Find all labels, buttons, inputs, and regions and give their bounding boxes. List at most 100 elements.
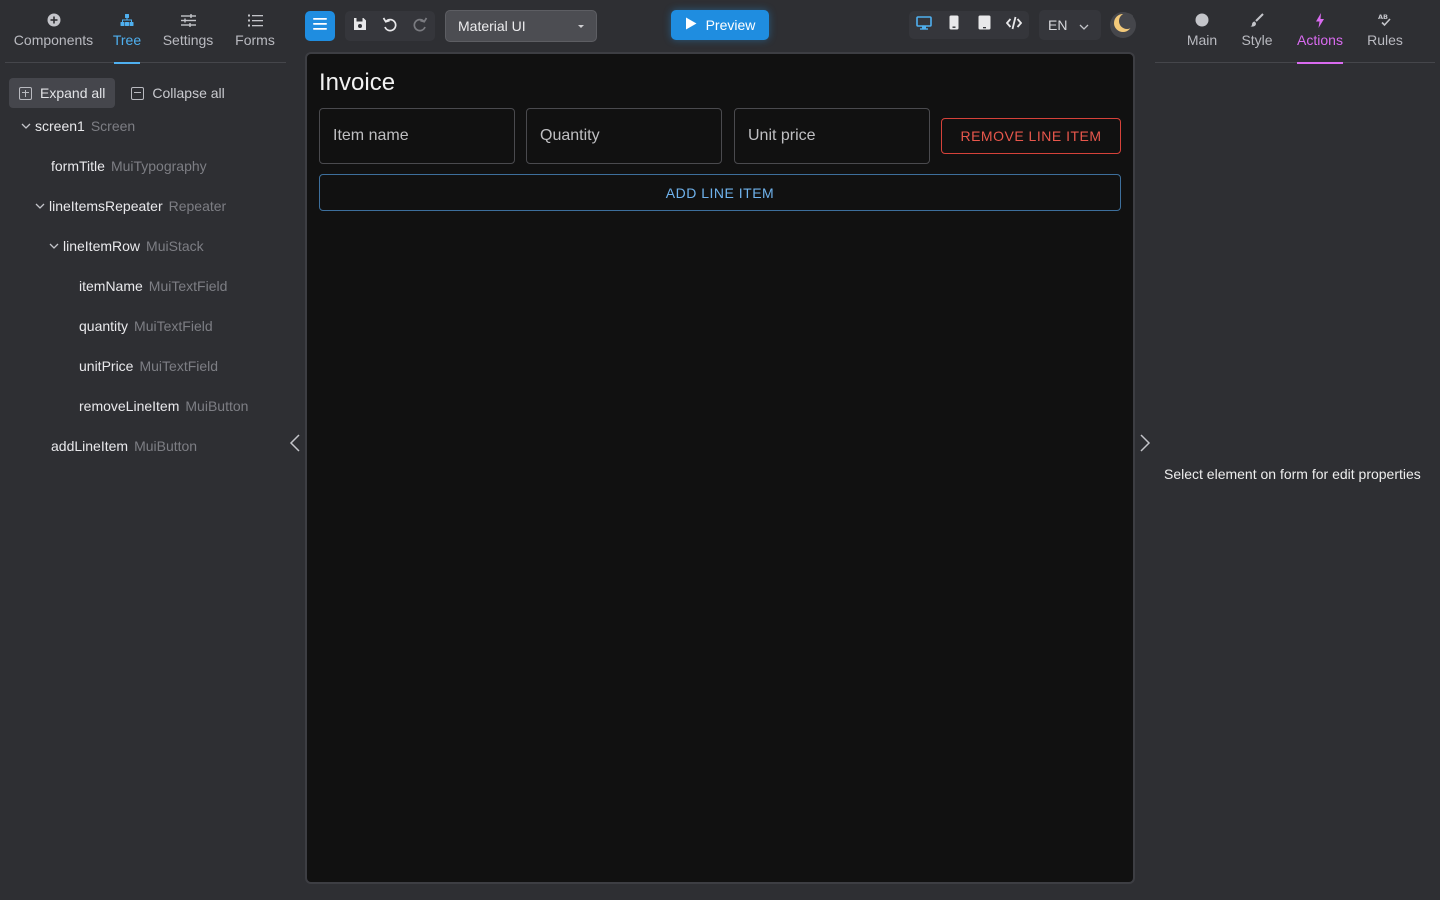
theme-toggle-button[interactable] (1110, 12, 1136, 38)
tree-node-type: Screen (90, 118, 136, 134)
chevron-down-icon (1079, 17, 1089, 33)
collapse-all-button[interactable]: Collapse all (121, 78, 234, 108)
sliders-icon (180, 12, 196, 28)
redo-button[interactable] (405, 11, 435, 41)
tree-node-formTitle[interactable]: formTitle MuiTypography (51, 146, 207, 186)
tree-node-unitPrice[interactable]: unitPrice MuiTextField (79, 346, 218, 386)
collapse-right-panel-button[interactable] (1139, 433, 1151, 458)
desktop-view-button[interactable] (909, 11, 939, 39)
language-value: EN (1048, 17, 1068, 33)
tree-node-name: quantity (79, 318, 129, 334)
preview-label: Preview (705, 17, 756, 33)
properties-hint: Select element on form for edit properti… (1164, 466, 1421, 482)
tree-node-type: MuiTextField (134, 318, 213, 334)
tree-node-lineItemsRepeater[interactable]: lineItemsRepeater Repeater (33, 186, 226, 226)
tab-main[interactable]: Main (1177, 0, 1227, 63)
tab-main-label: Main (1186, 32, 1218, 48)
quantity-label: Quantity (540, 127, 600, 144)
tree-node-type: MuiButton (134, 438, 198, 454)
tree-node-name: formTitle (51, 158, 105, 174)
tab-tree-label: Tree (112, 32, 142, 48)
preview-button[interactable]: Preview (671, 10, 769, 40)
mobile-view-button[interactable] (939, 11, 969, 39)
desktop-icon (916, 15, 932, 35)
language-select[interactable]: EN (1039, 10, 1101, 40)
menu-button[interactable] (305, 11, 335, 41)
collapse-left-panel-button[interactable] (289, 433, 301, 458)
chevron-down-icon[interactable] (19, 123, 33, 129)
tablet-icon (978, 15, 991, 35)
svg-text:AB: AB (1378, 13, 1388, 21)
tree-node-type: MuiStack (146, 238, 204, 254)
tree-node-type: MuiButton (185, 398, 249, 414)
moon-icon (1113, 12, 1135, 38)
tab-settings-label: Settings (162, 32, 214, 48)
expand-icon (19, 86, 32, 100)
tab-tree[interactable]: Tree (102, 0, 152, 63)
tab-components[interactable]: Components (5, 0, 102, 63)
add-line-item-button[interactable]: ADD LINE ITEM (319, 174, 1121, 211)
list-icon (247, 12, 263, 28)
hamburger-icon (313, 17, 327, 35)
tree-node-itemName[interactable]: itemName MuiTextField (79, 266, 227, 306)
quantity-field[interactable]: Quantity (526, 108, 722, 164)
collapse-icon (131, 86, 145, 100)
unit-price-field[interactable]: Unit price (734, 108, 930, 164)
tree-node-type: MuiTextField (148, 278, 228, 294)
left-panel: Components Tree Settings Forms Expand al… (0, 0, 300, 900)
tab-rules[interactable]: AB Rules (1364, 0, 1406, 63)
item-name-field[interactable]: Item name (319, 108, 515, 164)
chevron-down-icon[interactable] (47, 243, 61, 249)
edit-toolbar (345, 11, 435, 41)
tree-node-lineItemRow[interactable]: lineItemRow MuiStack (47, 226, 204, 266)
tree-node-name: lineItemRow (63, 238, 141, 254)
tree-node-name: addLineItem (51, 438, 129, 454)
collapse-all-label: Collapse all (152, 85, 225, 101)
right-tab-bar: Main Style Actions AB Rules (1155, 0, 1435, 64)
tablet-view-button[interactable] (969, 11, 999, 39)
undo-button[interactable] (375, 11, 405, 41)
tab-settings[interactable]: Settings (152, 0, 224, 63)
unit-price-label: Unit price (748, 127, 816, 144)
plus-circle-icon (47, 12, 61, 28)
tree-node-type: MuiTextField (139, 358, 219, 374)
tab-rules-label: Rules (1367, 32, 1403, 48)
device-toolbar (909, 11, 1029, 39)
save-button[interactable] (345, 11, 375, 41)
tree-node-screen1[interactable]: screen1 Screen (19, 106, 135, 146)
lightning-icon (1315, 12, 1325, 28)
tree-node-name: unitPrice (79, 358, 134, 374)
add-line-item-label: ADD LINE ITEM (665, 184, 775, 201)
tree-node-name: itemName (79, 278, 143, 294)
save-icon (353, 17, 367, 36)
phone-icon (949, 15, 959, 35)
caret-down-icon (578, 24, 584, 28)
tree-node-name: screen1 (35, 118, 85, 134)
circle-icon (1195, 12, 1209, 28)
left-tab-bar: Components Tree Settings Forms (5, 0, 286, 63)
undo-icon (382, 16, 398, 37)
chevron-left-icon (289, 434, 301, 457)
tree-node-removeLineItem[interactable]: removeLineItem MuiButton (79, 386, 248, 426)
remove-line-item-button[interactable]: REMOVE LINE ITEM (941, 118, 1121, 154)
brush-icon (1250, 12, 1264, 28)
item-name-label: Item name (333, 127, 409, 144)
tree-node-name: lineItemsRepeater (49, 198, 163, 214)
form-canvas: Invoice Item name Quantity Unit price RE… (305, 52, 1135, 884)
chevron-down-icon[interactable] (33, 203, 47, 209)
ui-library-select[interactable]: Material UI (445, 10, 597, 42)
tab-style-label: Style (1241, 32, 1273, 48)
code-view-button[interactable] (999, 11, 1029, 39)
tree-node-quantity[interactable]: quantity MuiTextField (79, 306, 213, 346)
tree-node-addLineItem[interactable]: addLineItem MuiButton (51, 426, 197, 466)
rules-icon: AB (1377, 12, 1393, 28)
tab-actions[interactable]: Actions (1297, 0, 1343, 64)
tree-icon (120, 12, 134, 28)
tree-node-type: Repeater (168, 198, 227, 214)
tab-forms-label: Forms (235, 32, 275, 48)
remove-line-item-label: REMOVE LINE ITEM (960, 128, 1102, 144)
tab-style[interactable]: Style (1237, 0, 1277, 63)
expand-all-button[interactable]: Expand all (9, 78, 116, 108)
code-icon (1005, 16, 1023, 35)
tab-forms[interactable]: Forms (224, 0, 286, 63)
